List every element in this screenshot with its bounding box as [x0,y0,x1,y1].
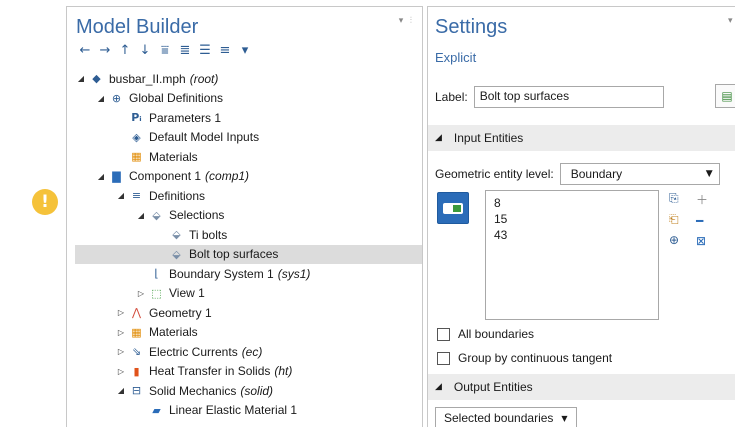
tree-node-parameters[interactable]: Pᵢ Parameters 1 [75,108,422,128]
tree-node-ti-bolts[interactable]: ⬙ Ti bolts [75,225,422,245]
tree-node-bolt-top-surfaces[interactable]: ⬙ Bolt top surfaces [75,244,422,264]
tree-node-materials[interactable]: ▷ ▦ Materials [75,323,422,343]
materials-icon: ▦ [131,150,142,164]
expanded-icon[interactable]: ◢ [135,211,147,220]
group-tangent-row[interactable]: Group by continuous tangent [437,351,612,365]
list-item[interactable]: 8 [494,195,650,211]
settings-subtitle: Explicit [435,50,477,65]
geometric-level-caption: Geometric entity level: [435,167,554,181]
expanded-icon[interactable]: ◢ [115,191,127,200]
tree-node-electric-currents[interactable]: ▷ ⇘ Electric Currents (ec) [75,342,422,362]
more-icon[interactable]: ≡ [217,43,233,58]
expanded-icon[interactable]: ◢ [115,386,127,395]
chevron-down-icon: ▼ [561,413,568,423]
selection-icon: ⬙ [172,247,181,261]
output-entities-select[interactable]: Selected boundaries ▼ [435,407,577,427]
settings-title: Settings [435,16,508,38]
tree-node-component[interactable]: ◢ ▇ Component 1 (comp1) [75,167,422,187]
tree-node-solid-mechanics[interactable]: ◢ ⊟ Solid Mechanics (solid) [75,381,422,401]
show-icon[interactable]: ⩸ [157,43,173,58]
linear-elastic-icon: ▰ [152,403,161,417]
down-arrow-icon[interactable]: ↓ [137,43,153,58]
back-arrow-icon[interactable]: ← [77,43,93,58]
list-item[interactable]: 43 [494,227,650,243]
expand-icon[interactable]: ☰ [197,43,213,58]
group-tangent-checkbox[interactable] [437,351,450,365]
tree-node-global-materials[interactable]: ▦ Materials [75,147,422,167]
collapsed-icon[interactable]: ▷ [115,308,127,317]
tree-node-default-model-inputs[interactable]: ◈ Default Model Inputs [75,128,422,148]
geometry-icon: ⋀ [131,306,142,320]
all-boundaries-row[interactable]: All boundaries [437,327,534,341]
dropdown-icon[interactable]: ▾ [237,43,253,58]
label-edit-icon[interactable]: ▤ [715,84,735,108]
globe-icon: ⊕ [111,91,122,105]
chevron-down-icon: ▼ [705,169,713,179]
label-caption: Label: [435,90,468,104]
add-icon[interactable]: ＋ [696,191,708,208]
boundary-system-icon: ⌊ [154,267,159,281]
tree-node-geometry[interactable]: ▷ ⋀ Geometry 1 [75,303,422,323]
collapsed-icon[interactable]: ▷ [115,347,127,356]
warning-icon[interactable]: ! [32,189,58,215]
selection-list[interactable]: 8 15 43 [485,190,659,320]
collapsed-icon[interactable]: ▷ [115,367,127,376]
model-tree: ◢ ◆ busbar_II.mph (root) ◢ ⊕ Global Defi… [75,69,422,420]
settings-panel: Settings ▾ Explicit Label: Bolt top surf… [427,6,735,427]
model-builder-toolbar: ← → ↑ ↓ ⩸ ≣ ☰ ≡ ▾ [77,43,253,58]
collapse-icon[interactable]: ≣ [177,43,193,58]
tree-node-selections[interactable]: ◢ ⬙ Selections [75,206,422,226]
remove-icon[interactable]: ━ [696,214,708,228]
active-toggle-button[interactable] [437,192,469,224]
model-icon: ◆ [92,72,101,86]
section-collapse-icon: ◢ [435,133,442,143]
collapsed-icon[interactable]: ▷ [135,289,147,298]
label-field[interactable]: Bolt top surfaces [473,86,664,108]
view-icon: ⬚ [151,286,162,300]
pin-icon[interactable]: ▾ ⫶ [399,15,414,26]
up-arrow-icon[interactable]: ↑ [117,43,133,58]
model-inputs-icon: ◈ [132,130,141,144]
solid-mechanics-icon: ⊟ [131,384,142,398]
all-boundaries-checkbox[interactable] [437,327,450,341]
output-entities-section[interactable]: ◢ Output Entities [428,374,735,400]
tree-node-heat-transfer[interactable]: ▷ ▮ Heat Transfer in Solids (ht) [75,362,422,382]
parameters-icon: Pᵢ [131,111,142,125]
selections-icon: ⬙ [152,208,161,222]
pin-icon[interactable]: ▾ [728,15,735,26]
expanded-icon[interactable]: ◢ [75,74,87,83]
collapsed-icon[interactable]: ▷ [115,328,127,337]
component-icon: ▇ [112,169,121,183]
zoom-to-selection-icon[interactable]: ⊕ [669,233,679,247]
copy-icon[interactable]: ⎘ [669,191,679,206]
model-builder-title: Model Builder [76,16,199,38]
electric-currents-icon: ⇘ [131,345,142,359]
list-item[interactable]: 15 [494,211,650,227]
input-entities-section[interactable]: ◢ Input Entities [428,125,735,151]
model-builder-panel: Model Builder ▾ ⫶ ← → ↑ ↓ ⩸ ≣ ☰ ≡ ▾ ◢ ◆ busbar_I… [66,6,423,427]
expanded-icon[interactable]: ◢ [95,172,107,181]
label-row: Label: Bolt top surfaces [435,86,664,108]
geometric-level-select[interactable]: Boundary ▼ [559,163,720,185]
tree-node-linear-elastic[interactable]: ▰ Linear Elastic Material 1 [75,401,422,421]
geometric-level-row: Geometric entity level: Boundary ▼ [435,163,720,185]
selection-icon: ⬙ [172,228,181,242]
section-collapse-icon: ◢ [435,382,442,392]
clear-selection-icon[interactable]: ⊠ [696,234,708,248]
tree-node-view[interactable]: ▷ ⬚ View 1 [75,284,422,304]
heat-transfer-icon: ▮ [133,364,140,378]
definitions-icon: ≡ [131,189,142,203]
paste-icon[interactable]: ⎗ [669,212,679,227]
tree-node-root[interactable]: ◢ ◆ busbar_II.mph (root) [75,69,422,89]
tree-node-definitions[interactable]: ◢ ≡ Definitions [75,186,422,206]
materials-icon: ▦ [131,325,142,339]
tree-node-global-definitions[interactable]: ◢ ⊕ Global Definitions [75,89,422,109]
tree-node-boundary-system[interactable]: ⌊ Boundary System 1 (sys1) [75,264,422,284]
expanded-icon[interactable]: ◢ [95,94,107,103]
forward-arrow-icon[interactable]: → [97,43,113,58]
